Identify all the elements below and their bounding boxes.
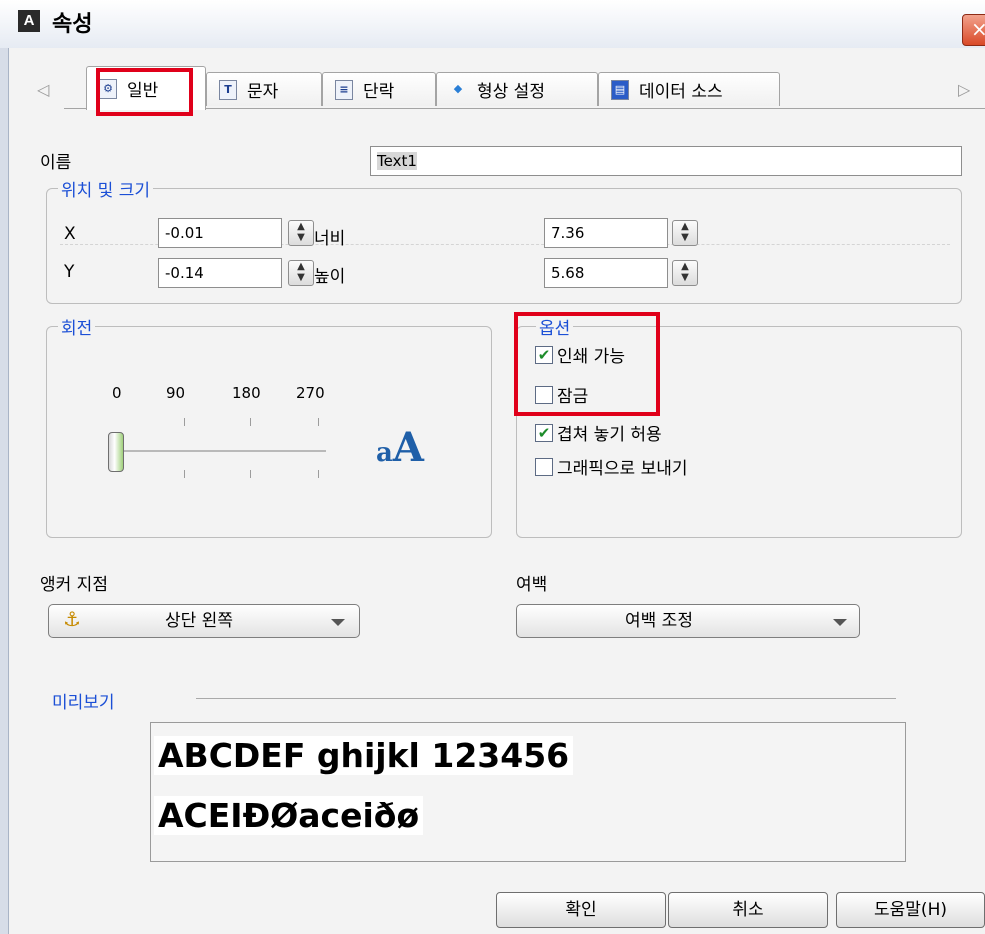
height-label: 높이 <box>314 267 346 287</box>
margin-value: 여백 조정 <box>625 611 693 631</box>
printable-label: 인쇄 가능 <box>557 347 625 367</box>
tab-paragraph[interactable]: ≡ 단락 <box>322 72 436 106</box>
preview-label: 미리보기 <box>52 693 115 713</box>
name-label: 이름 <box>40 153 72 173</box>
title-bar <box>0 0 985 49</box>
option-overlap[interactable]: ✔ 겹쳐 놓기 허용 <box>535 420 662 445</box>
overlap-checkbox[interactable]: ✔ <box>535 423 553 442</box>
tick-label-180: 180 <box>232 384 261 402</box>
option-printable[interactable]: ✔ 인쇄 가능 <box>535 342 625 367</box>
y-label: Y <box>64 262 75 282</box>
slider-tick <box>318 418 319 426</box>
slider-tick <box>184 418 185 426</box>
position-size-title: 위치 및 크기 <box>58 176 154 201</box>
app-icon: A <box>18 10 40 32</box>
cancel-button[interactable]: 취소 <box>668 892 828 928</box>
height-input[interactable]: 5.68 <box>544 258 668 288</box>
tab-data-source[interactable]: ▤ 데이터 소스 <box>598 72 780 106</box>
tab-text[interactable]: T 문자 <box>206 72 322 106</box>
rotation-slider-track[interactable] <box>116 450 326 452</box>
chevron-down-icon <box>833 619 847 626</box>
database-icon: ▤ <box>611 79 629 100</box>
x-spinner[interactable]: ▲ ▼ <box>288 220 314 246</box>
tab-shape[interactable]: ◆ 형상 설정 <box>436 72 598 106</box>
window-frame <box>0 48 9 934</box>
window-title: 속성 <box>52 12 93 37</box>
tick-label-90: 90 <box>166 384 186 402</box>
name-value: Text1 <box>377 152 417 170</box>
shape-icon: ◆ <box>453 81 463 95</box>
name-input[interactable]: Text1 <box>370 146 962 176</box>
height-spinner[interactable]: ▲ ▼ <box>672 260 698 286</box>
slider-tick <box>184 470 185 478</box>
slider-tick <box>250 470 251 478</box>
rotation-preview-icon: aA <box>376 424 424 471</box>
rotation-slider-thumb[interactable] <box>108 432 124 472</box>
preview-separator <box>196 698 896 699</box>
tab-shape-label: 형상 설정 <box>477 82 545 102</box>
width-label: 너비 <box>314 229 346 249</box>
x-input[interactable]: -0.01 <box>158 218 282 248</box>
tab-prev-arrow-icon[interactable]: ◁ <box>37 80 49 99</box>
ok-button[interactable]: 확인 <box>496 892 666 928</box>
margin-label: 여백 <box>516 575 548 595</box>
margin-dropdown[interactable]: 여백 조정 <box>516 604 860 638</box>
lock-label: 잠금 <box>557 387 589 407</box>
send-graphic-checkbox[interactable] <box>535 457 553 476</box>
width-spinner[interactable]: ▲ ▼ <box>672 220 698 246</box>
tab-data-source-label: 데이터 소스 <box>639 82 723 102</box>
text-icon: T <box>219 79 237 100</box>
printable-checkbox[interactable]: ✔ <box>535 345 553 364</box>
y-input[interactable]: -0.14 <box>158 258 282 288</box>
option-lock[interactable]: 잠금 <box>535 382 588 407</box>
tab-next-arrow-icon[interactable]: ▷ <box>958 80 970 99</box>
anchor-icon: ⚓ <box>63 607 81 631</box>
tick-label-0: 0 <box>112 384 122 402</box>
option-send-graphic[interactable]: 그래픽으로 보내기 <box>535 454 688 479</box>
slider-tick <box>318 470 319 478</box>
tab-paragraph-label: 단락 <box>363 82 395 102</box>
tick-label-270: 270 <box>296 384 325 402</box>
chevron-down-icon <box>331 619 345 626</box>
anchor-dropdown[interactable]: ⚓ 상단 왼쪽 <box>48 604 360 638</box>
highlight-box-tab <box>96 68 193 116</box>
anchor-label: 앵커 지점 <box>40 575 108 595</box>
rotation-title: 회전 <box>58 314 96 339</box>
preview-line-2: ACEIÐØaceiðø <box>154 796 424 835</box>
close-button[interactable]: × <box>962 14 985 46</box>
lock-checkbox[interactable] <box>535 385 553 404</box>
overlap-label: 겹쳐 놓기 허용 <box>557 425 662 445</box>
send-graphic-label: 그래픽으로 보내기 <box>557 459 688 479</box>
y-spinner[interactable]: ▲ ▼ <box>288 260 314 286</box>
help-button[interactable]: 도움말(H) <box>836 892 985 928</box>
x-label: X <box>64 224 76 244</box>
slider-tick <box>250 418 251 426</box>
tab-text-label: 문자 <box>247 82 279 102</box>
paragraph-icon: ≡ <box>335 79 353 100</box>
anchor-value: 상단 왼쪽 <box>165 611 233 631</box>
width-input[interactable]: 7.36 <box>544 218 668 248</box>
preview-line-1: ABCDEF ghijkl 123456 <box>154 736 574 775</box>
